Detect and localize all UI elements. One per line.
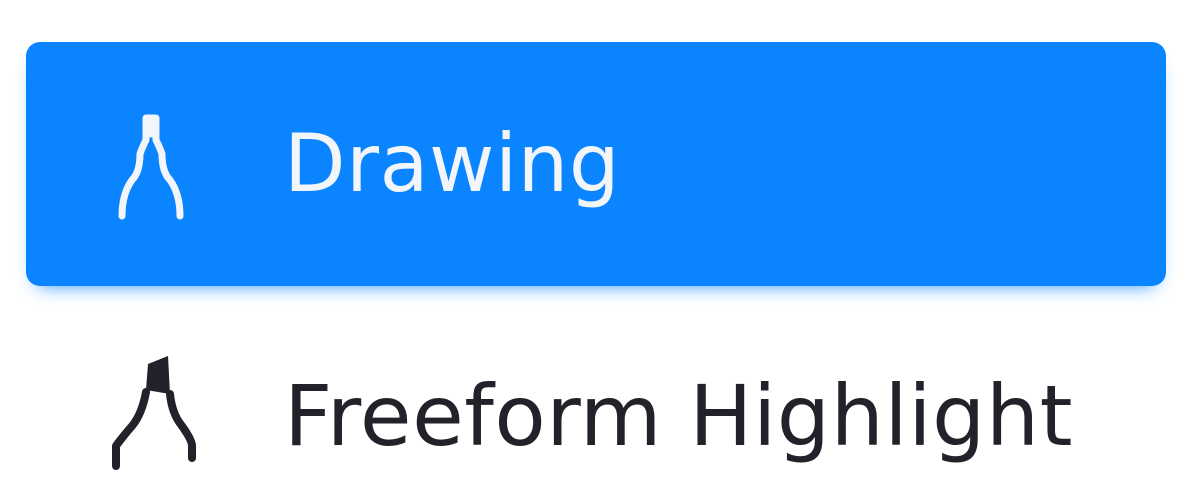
pen-nib-outline-icon [118, 114, 184, 220]
menu-item-drawing[interactable]: Drawing [26, 42, 1166, 286]
menu-item-label: Freeform Highlight [284, 367, 1074, 465]
highlighter-icon [112, 356, 196, 470]
menu-item-label: Drawing [284, 117, 621, 210]
tool-menu: Drawing Freeform Highlight [0, 0, 1184, 504]
menu-item-freeform-highlight[interactable]: Freeform Highlight [26, 330, 1166, 490]
